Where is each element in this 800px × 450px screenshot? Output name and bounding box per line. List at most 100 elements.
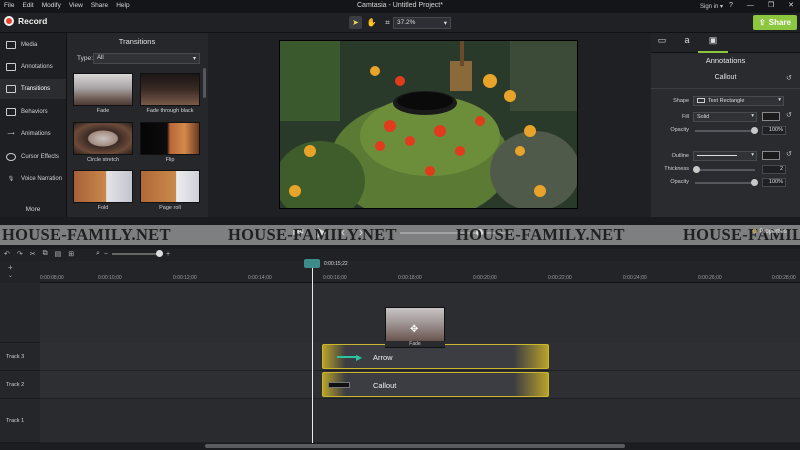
reset-icon[interactable]: ↺ <box>786 74 792 82</box>
sign-in-link[interactable]: Sign in ▾ <box>700 3 723 10</box>
transitions-icon <box>6 85 16 93</box>
horizontal-scrollbar[interactable] <box>205 444 625 448</box>
transition-thumb-page-roll[interactable] <box>140 170 200 203</box>
timeline-zoom: ⌕ − + <box>96 250 170 258</box>
playhead-handle[interactable] <box>304 259 320 268</box>
zoom-out-icon[interactable]: − <box>104 251 108 258</box>
outline-select[interactable]: ▾ <box>693 151 757 161</box>
paste-icon[interactable]: ▤ <box>55 250 62 258</box>
track-row-1[interactable] <box>40 399 800 443</box>
nav-label: Media <box>21 42 38 48</box>
nav-behaviors[interactable]: Behaviors <box>0 102 66 122</box>
shape-icon <box>697 98 705 104</box>
pan-tool-icon[interactable]: ✋ <box>365 16 378 29</box>
transition-thumb-fade[interactable] <box>73 73 133 106</box>
timeline-zoom-slider[interactable] <box>112 250 164 257</box>
track-header-track-3[interactable]: Track 3 <box>0 343 40 371</box>
type-label: Type: <box>77 55 93 62</box>
gear-icon: ⚙ <box>752 229 758 235</box>
thickness-value[interactable]: 2 <box>762 165 786 174</box>
tick-label: 0:00:20;00 <box>473 275 497 281</box>
ruler-corner: + ⌄ <box>0 261 40 283</box>
fill-color-swatch[interactable] <box>762 112 780 121</box>
outline-reset-icon[interactable]: ↺ <box>786 150 792 158</box>
close-icon[interactable]: ✕ <box>788 1 794 9</box>
shape-value: Text Rectangle <box>708 98 745 104</box>
nav-media[interactable]: Media <box>0 35 66 55</box>
slider-knob[interactable] <box>693 166 700 173</box>
transition-label: Page roll <box>159 205 181 211</box>
collapse-icon[interactable]: ⌄ <box>8 272 13 279</box>
split-icon[interactable]: ⊞ <box>68 250 74 258</box>
undo-icon[interactable]: ↶ <box>4 250 10 258</box>
slider-knob[interactable] <box>751 179 758 186</box>
thickness-slider[interactable] <box>693 166 755 173</box>
minimize-icon[interactable]: — <box>747 2 754 9</box>
tick-label: 0:00:18;00 <box>398 275 422 281</box>
zoom-select[interactable]: 37.2% ▾ <box>393 17 451 29</box>
fill-select[interactable]: Solid ▾ <box>693 112 757 122</box>
chevron-down-icon: ▾ <box>778 97 781 103</box>
thickness-label: Thickness <box>664 166 689 172</box>
zoom-in-icon[interactable]: + <box>166 251 170 258</box>
type-select[interactable]: All ▾ <box>93 53 200 64</box>
nav-label: Voice Narration <box>21 176 63 182</box>
track-header-track-2[interactable]: Track 2 <box>0 371 40 399</box>
opacity-value[interactable]: 100% <box>762 126 786 135</box>
transition-thumb-circle-stretch[interactable] <box>73 122 133 155</box>
cursor-icon <box>6 153 16 161</box>
tab-annotation-icon[interactable]: ▣ <box>698 35 728 53</box>
add-track-icon[interactable]: + <box>8 263 13 272</box>
outline-color-swatch[interactable] <box>762 151 780 160</box>
nav-label: Annotations <box>21 64 53 70</box>
transition-thumb-flip[interactable] <box>140 122 200 155</box>
select-tool-icon[interactable]: ➤ <box>349 16 362 29</box>
record-button[interactable]: Record <box>4 16 47 26</box>
properties-label: Properties <box>759 228 787 235</box>
opacity-label: Opacity <box>670 127 689 133</box>
share-button[interactable]: ⇧ Share <box>753 15 797 30</box>
track-name: Track 1 <box>6 417 25 424</box>
outline-opacity-value[interactable]: 100% <box>762 178 786 187</box>
fill-reset-icon[interactable]: ↺ <box>786 111 792 119</box>
opacity-slider[interactable] <box>695 127 758 134</box>
divider <box>651 88 800 89</box>
help-icon[interactable]: ? <box>729 2 733 9</box>
slider-knob[interactable] <box>751 127 758 134</box>
nav-animations[interactable]: ⟶ Animations <box>0 124 66 144</box>
tick-label: 0:00:10;00 <box>98 275 122 281</box>
shape-select[interactable]: Text Rectangle ▾ <box>693 96 784 106</box>
fill-label: Fill <box>681 114 689 120</box>
cut-icon[interactable]: ✂ <box>30 250 36 258</box>
panel-scrollbar[interactable] <box>203 68 206 98</box>
chevron-down-icon: ▾ <box>751 152 754 158</box>
tick-label: 0:00:28;00 <box>772 275 796 281</box>
maximize-icon[interactable]: ❐ <box>768 1 774 9</box>
track-header-track-1[interactable]: Track 1 <box>0 399 40 443</box>
window-controls: ? — ❐ ✕ <box>729 1 794 10</box>
nav-annotations[interactable]: Annotations <box>0 57 66 77</box>
callout-clip[interactable]: Callout <box>322 372 549 397</box>
video-preview[interactable] <box>279 40 578 209</box>
copy-icon[interactable]: ⧉ <box>43 250 48 258</box>
transition-thumb-fold[interactable] <box>73 170 133 203</box>
zoom-value: 37.2% <box>397 19 416 26</box>
watermark-overlay: HOUSE-FAMILY.NET HOUSE-FAMILY.NET HOUSE-… <box>0 225 800 245</box>
nav-label: Animations <box>21 131 51 137</box>
callout-icon <box>328 382 350 388</box>
tick-label: 0:00:08;00 <box>40 275 64 281</box>
fade-clip-label: Fade <box>385 341 445 347</box>
nav-voice-narration[interactable]: 🎙 Voice Narration <box>0 169 66 189</box>
transition-label: Flip <box>165 157 175 163</box>
slider-knob[interactable] <box>156 250 164 257</box>
properties-title: Annotations <box>705 56 746 65</box>
nav-cursor-effects[interactable]: Cursor Effects <box>0 147 66 167</box>
redo-icon[interactable]: ↷ <box>17 250 23 258</box>
playhead-time: 0:00:15;22 <box>324 261 348 267</box>
transition-thumb-fade-through-black[interactable] <box>140 73 200 106</box>
properties-toggle-button[interactable]: ⚙ Properties <box>752 228 787 236</box>
nav-transitions[interactable]: Transitions <box>0 79 66 99</box>
more-button[interactable]: More <box>0 206 66 213</box>
outline-opacity-slider[interactable] <box>695 179 758 186</box>
playhead-line[interactable] <box>312 267 313 445</box>
